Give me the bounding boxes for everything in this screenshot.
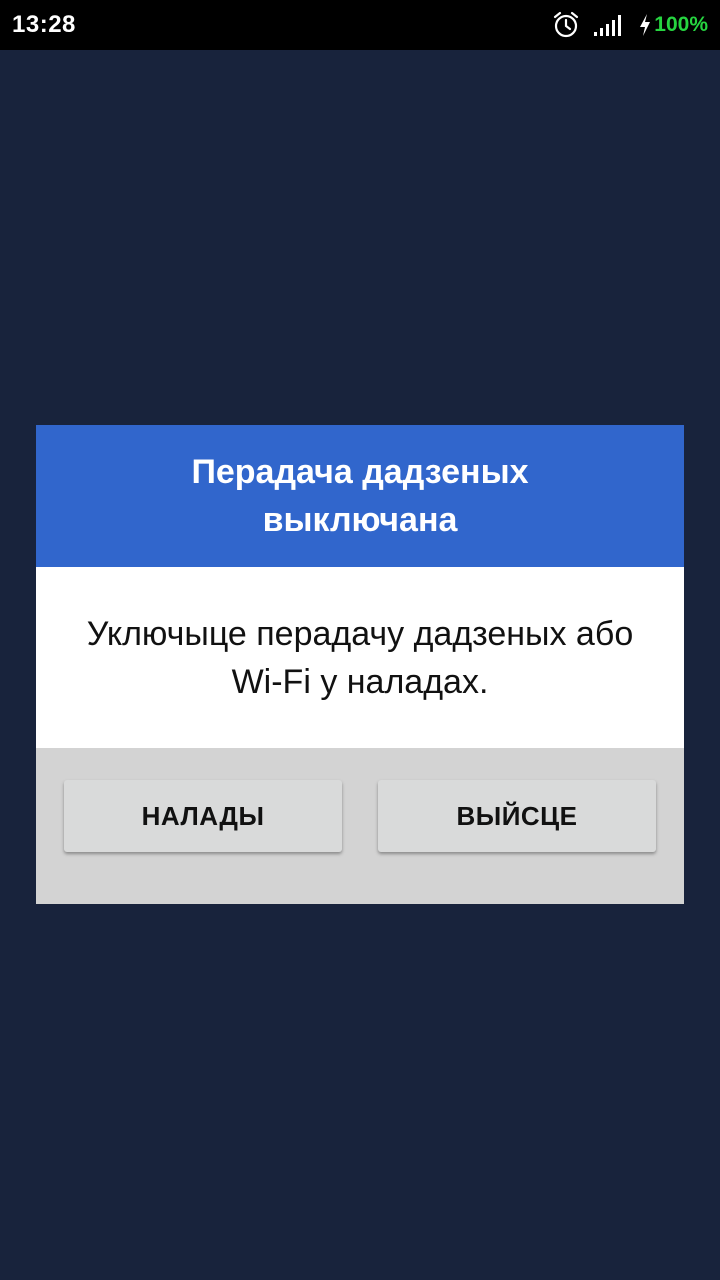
signal-icon	[594, 15, 622, 36]
exit-button[interactable]: ВЫЙСЦЕ	[378, 780, 656, 852]
battery-percentage: 100%	[654, 13, 708, 36]
data-disabled-dialog: Перадача дадзеных выключана Уключыце пер…	[36, 425, 684, 904]
status-icons: 100%	[552, 9, 708, 41]
status-bar: 13:28 100%	[0, 0, 720, 50]
status-time: 13:28	[12, 11, 76, 38]
dialog-message: Уключыце перадачу дадзеных або Wi-Fi у н…	[86, 614, 634, 701]
charging-bolt-icon	[640, 14, 651, 36]
alarm-icon	[554, 11, 579, 38]
dialog-body: Уключыце перадачу дадзеных або Wi-Fi у н…	[36, 567, 684, 748]
settings-button[interactable]: НАЛАДЫ	[64, 780, 342, 852]
dialog-title: Перадача дадзеных выключана	[191, 453, 529, 539]
dialog-header: Перадача дадзеных выключана	[36, 425, 684, 567]
dialog-footer: НАЛАДЫ ВЫЙСЦЕ	[36, 748, 684, 904]
